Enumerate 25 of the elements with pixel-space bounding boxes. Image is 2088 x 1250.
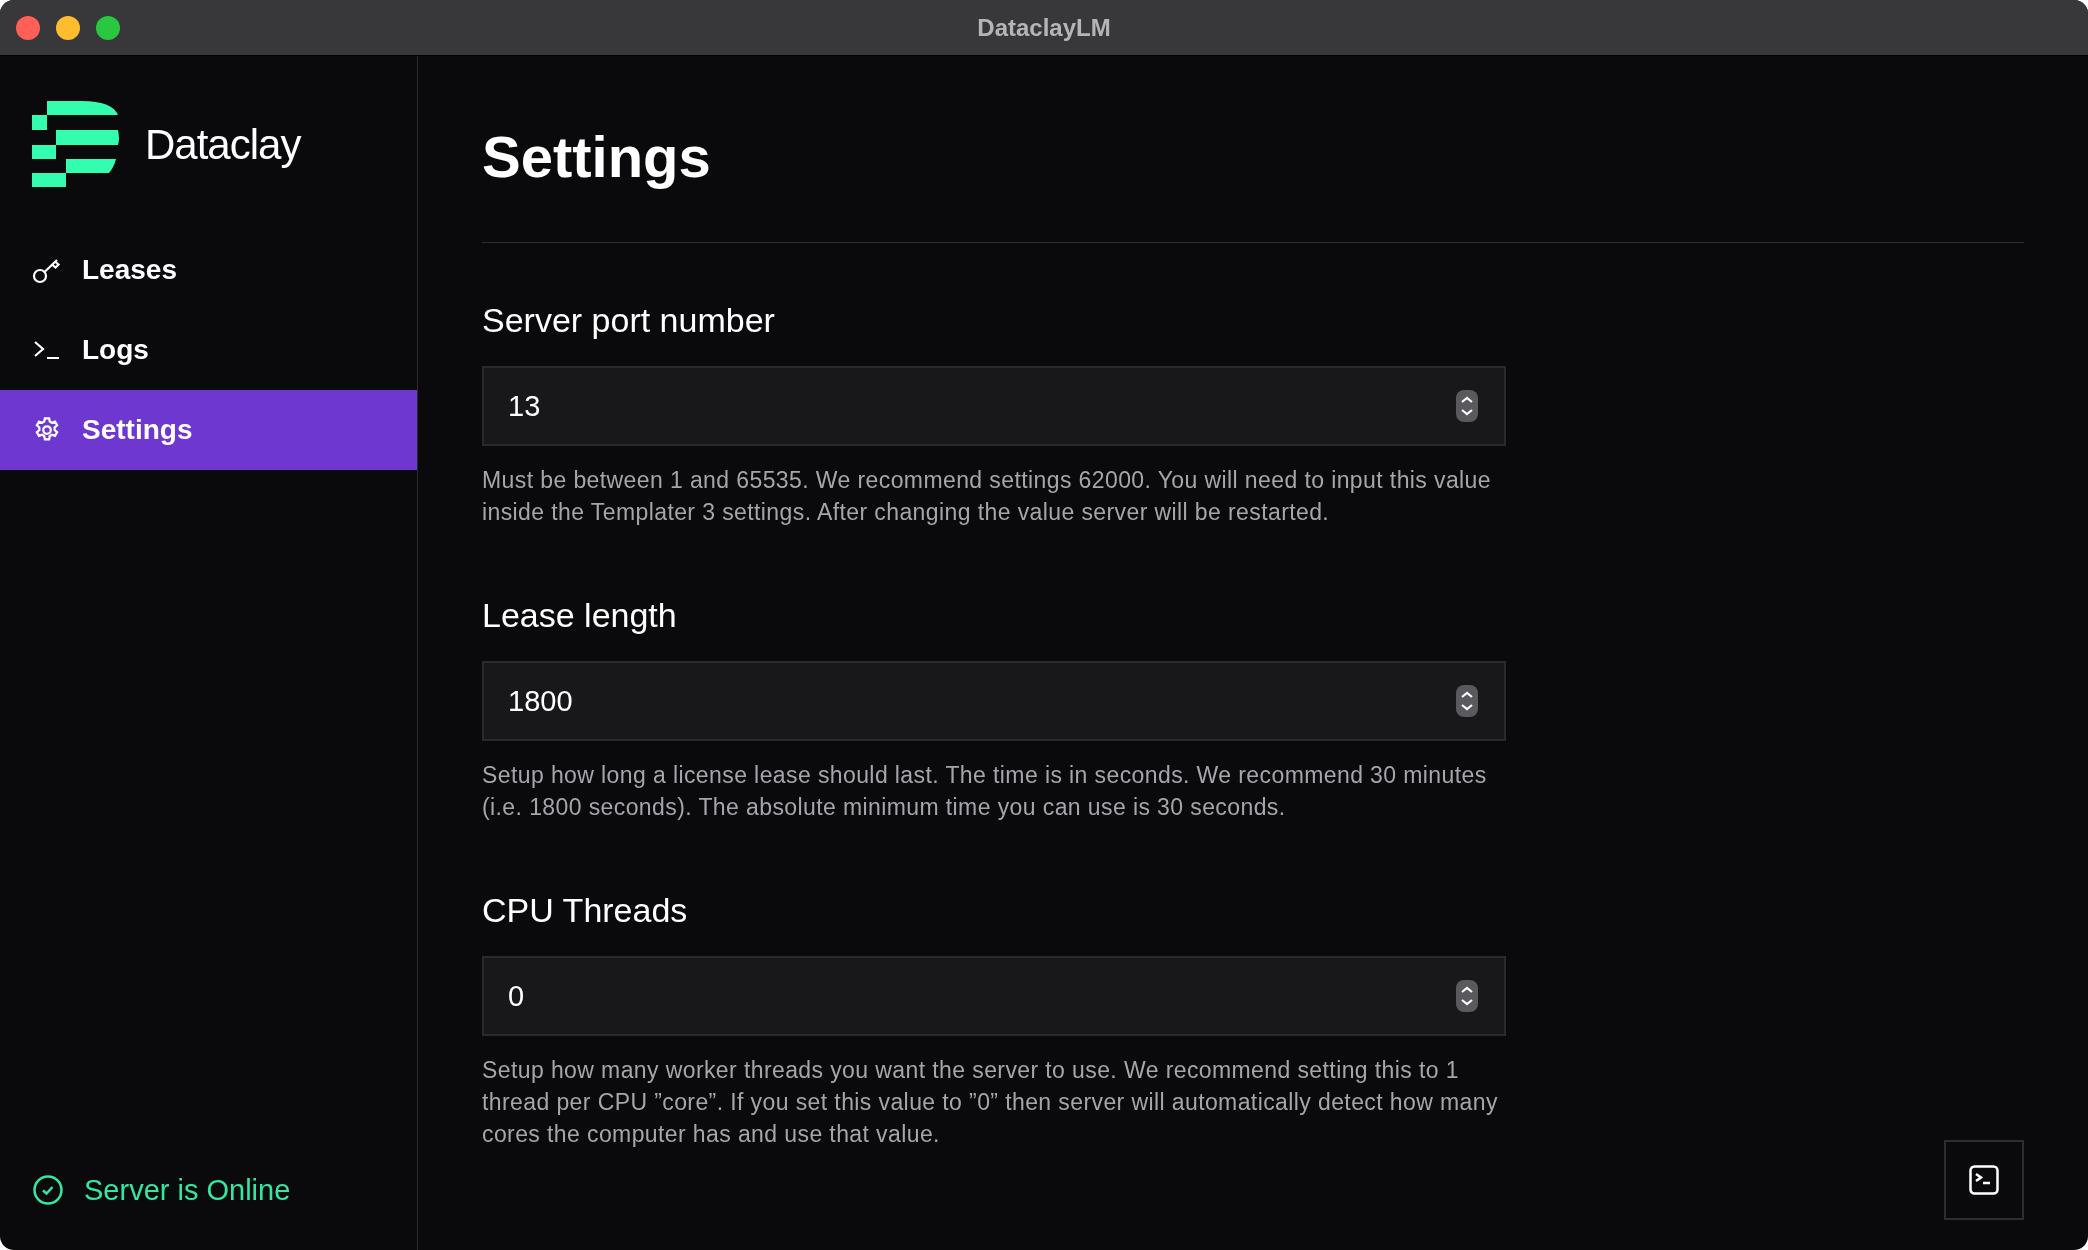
close-button[interactable] xyxy=(16,16,40,40)
stepper-icon[interactable] xyxy=(1456,685,1478,717)
stepper-icon[interactable] xyxy=(1456,980,1478,1012)
number-field[interactable]: 0 xyxy=(482,956,1506,1036)
number-field[interactable]: 1800 xyxy=(482,661,1506,741)
terminal-button[interactable] xyxy=(1944,1140,2024,1220)
field-label: Lease length xyxy=(482,595,678,636)
help-text: Setup how long a license lease should last. The time is in seconds. We recommend 30 minutes (i.e. 1800 seconds). The absolute minimum time you can use is 30 seconds. xyxy=(482,761,1488,822)
nav-item[interactable]: Logs xyxy=(0,310,417,390)
nav-item[interactable]: Leases xyxy=(0,230,417,310)
logo-icon xyxy=(32,100,119,188)
brand-name: Dataclay xyxy=(145,119,301,170)
window-title: DataclayLM xyxy=(977,12,1111,43)
page-title: Settings xyxy=(482,123,712,191)
number-field[interactable]: 13 xyxy=(482,366,1506,446)
help-text: Setup how many worker threads you want the server to use. We recommend setting this to 1 thread per CPU ”core”. If you set this value to ”0” then server will automatically detect how many cores the computer has and use that value. xyxy=(482,1056,1499,1149)
field-label: CPU Threads xyxy=(482,890,689,931)
stepper-icon[interactable] xyxy=(1456,390,1478,422)
field-label: Server port number xyxy=(482,300,776,341)
zoom-button[interactable] xyxy=(96,16,120,40)
help-text: Must be between 1 and 65535. We recommend settings 62000. You will need to input this value inside the Templater 3 settings. After changing the value server will be restarted. xyxy=(482,466,1492,527)
minimize-button[interactable] xyxy=(56,16,80,40)
terminal-icon xyxy=(1969,1165,1999,1195)
nav-item[interactable]: Settings xyxy=(0,390,417,470)
server-status: Server is Online xyxy=(84,1172,291,1208)
